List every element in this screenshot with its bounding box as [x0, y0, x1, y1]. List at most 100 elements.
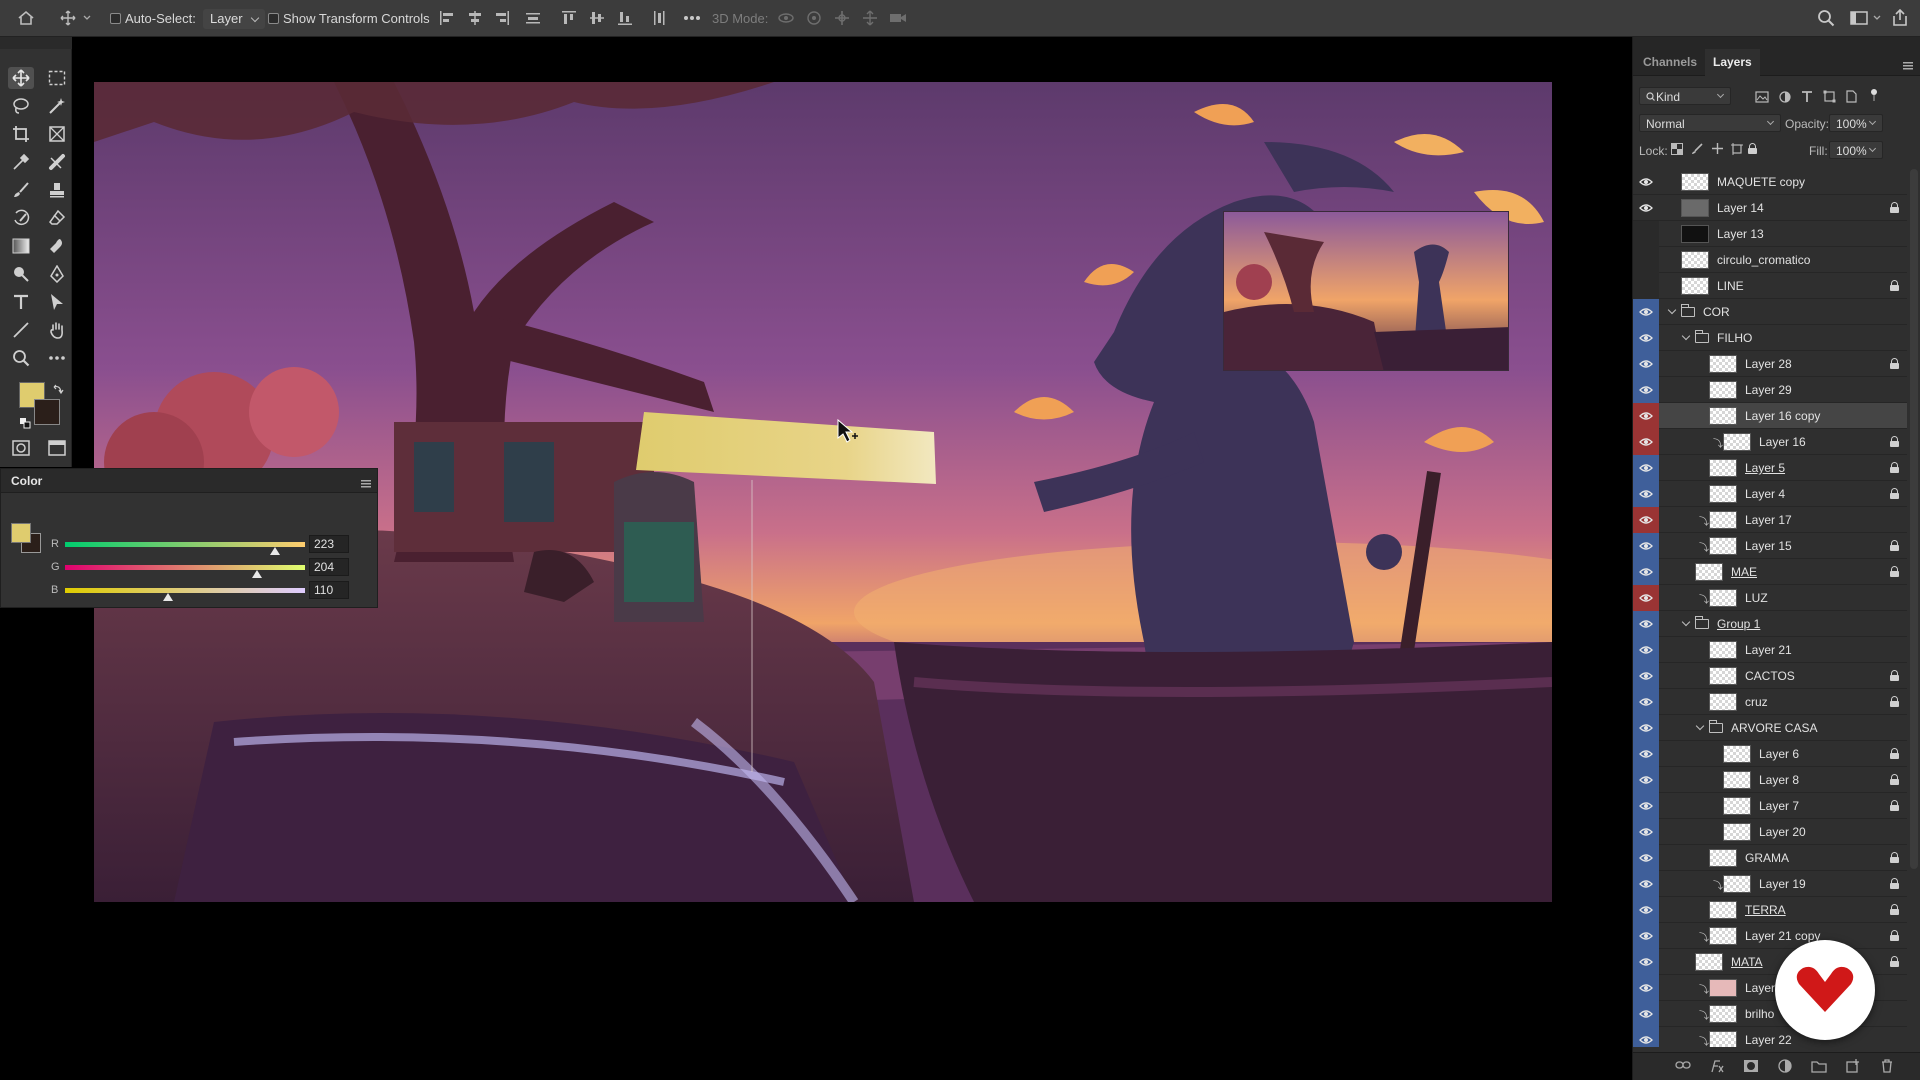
eye-icon[interactable]: [1633, 689, 1659, 715]
layer-thumbnail[interactable]: [1681, 173, 1709, 191]
type-tool-icon[interactable]: [8, 291, 34, 313]
layer-thumbnail[interactable]: [1709, 511, 1737, 529]
eye-icon[interactable]: [1633, 195, 1659, 221]
layer-group-row[interactable]: ARVORE CASA: [1633, 715, 1907, 741]
align-right-icon[interactable]: [493, 8, 511, 28]
layer-thumbnail[interactable]: [1709, 1031, 1737, 1047]
adjustment-filter-icon[interactable]: [1779, 91, 1791, 106]
slider-knob[interactable]: [163, 593, 174, 601]
channel-value-field[interactable]: 204: [309, 558, 349, 576]
eye-icon[interactable]: [1633, 169, 1659, 195]
more-tools-icon[interactable]: [44, 347, 70, 369]
eye-icon[interactable]: [1633, 403, 1659, 429]
slider-track[interactable]: [65, 542, 305, 547]
dodge-tool-icon[interactable]: [8, 263, 34, 285]
pen-tool-icon[interactable]: [44, 263, 70, 285]
layer-thumbnail[interactable]: [1709, 485, 1737, 503]
move-tool-icon[interactable]: [8, 67, 34, 89]
panel-menu-icon[interactable]: [1903, 59, 1913, 73]
layer-group-row[interactable]: COR: [1633, 299, 1907, 325]
magic-wand-tool-icon[interactable]: [44, 95, 70, 117]
eye-icon[interactable]: [1633, 897, 1659, 923]
layer-row[interactable]: Layer 21: [1633, 637, 1907, 663]
eye-icon[interactable]: [1633, 455, 1659, 481]
crop-tool-icon[interactable]: [8, 123, 34, 145]
align-left-icon[interactable]: [438, 8, 456, 28]
marquee-tool-icon[interactable]: [44, 67, 70, 89]
layer-row[interactable]: Layer 7: [1633, 793, 1907, 819]
visibility-toggle[interactable]: [1633, 247, 1659, 273]
link-layers-icon[interactable]: [1675, 1059, 1691, 1075]
layer-row[interactable]: CACTOS: [1633, 663, 1907, 689]
move-tool-icon[interactable]: [58, 8, 78, 28]
layer-thumbnail[interactable]: [1723, 797, 1751, 815]
layer-thumbnail[interactable]: [1723, 875, 1751, 893]
layers-scrollbar[interactable]: [1910, 169, 1918, 869]
eraser-tool-icon[interactable]: [44, 207, 70, 229]
eye-icon[interactable]: [1633, 663, 1659, 689]
layer-thumbnail[interactable]: [1709, 459, 1737, 477]
eye-icon[interactable]: [1633, 767, 1659, 793]
layer-thumbnail[interactable]: [1723, 745, 1751, 763]
new-group-icon[interactable]: [1811, 1059, 1827, 1075]
chevron-down-icon[interactable]: [1695, 721, 1705, 731]
eye-icon[interactable]: [1633, 923, 1659, 949]
layer-row[interactable]: Layer 13: [1633, 221, 1907, 247]
align-center-icon[interactable]: [466, 8, 484, 28]
layer-row[interactable]: ⤵ LUZ: [1633, 585, 1907, 611]
fill-field[interactable]: 100%: [1829, 141, 1883, 159]
lasso-tool-icon[interactable]: [8, 95, 34, 117]
swap-colors-icon[interactable]: [52, 383, 64, 398]
layer-row[interactable]: ⤵ Layer 19: [1633, 871, 1907, 897]
new-layer-icon[interactable]: [1845, 1059, 1861, 1075]
eye-icon[interactable]: [1633, 949, 1659, 975]
layer-row[interactable]: cruz: [1633, 689, 1907, 715]
chevron-down-icon[interactable]: [1667, 305, 1677, 315]
shape-filter-icon[interactable]: [1823, 90, 1836, 106]
layer-thumbnail[interactable]: [1709, 979, 1737, 997]
chevron-down-icon[interactable]: [1681, 331, 1691, 341]
layer-thumbnail[interactable]: [1709, 849, 1737, 867]
3d-roll-icon[interactable]: [804, 8, 824, 28]
layer-thumbnail[interactable]: [1709, 381, 1737, 399]
spot-healing-tool-icon[interactable]: [44, 151, 70, 173]
layer-thumbnail[interactable]: [1709, 641, 1737, 659]
layer-thumbnail[interactable]: [1709, 355, 1737, 373]
layer-row[interactable]: ⤵ Layer 16: [1633, 429, 1907, 455]
share-icon[interactable]: [1890, 8, 1910, 28]
layer-row[interactable]: Layer 8: [1633, 767, 1907, 793]
align-bottom-icon[interactable]: [616, 8, 634, 28]
panel-dock-header[interactable]: [1633, 37, 1920, 49]
layer-thumbnail[interactable]: [1709, 927, 1737, 945]
layer-thumbnail[interactable]: [1695, 563, 1723, 581]
layer-thumbnail[interactable]: [1681, 277, 1709, 295]
layer-row[interactable]: MAQUETE copy: [1633, 169, 1907, 195]
layer-row[interactable]: Layer 20: [1633, 819, 1907, 845]
eye-icon[interactable]: [1633, 975, 1659, 1001]
line-tool-icon[interactable]: [8, 319, 34, 341]
layer-row[interactable]: LINE: [1633, 273, 1907, 299]
path-selection-tool-icon[interactable]: [44, 291, 70, 313]
visibility-toggle[interactable]: [1633, 221, 1659, 247]
eye-icon[interactable]: [1633, 871, 1659, 897]
show-transform-checkbox[interactable]: [268, 13, 279, 24]
layer-row[interactable]: Layer 6: [1633, 741, 1907, 767]
eye-icon[interactable]: [1633, 1027, 1659, 1047]
lock-artboard-icon[interactable]: [1731, 143, 1743, 158]
lock-position-icon[interactable]: [1711, 142, 1724, 158]
layer-row[interactable]: ⤵ Layer 17: [1633, 507, 1907, 533]
slider-knob[interactable]: [270, 547, 280, 555]
clone-stamp-tool-icon[interactable]: [44, 179, 70, 201]
layer-thumbnail[interactable]: [1709, 407, 1737, 425]
eye-icon[interactable]: [1633, 637, 1659, 663]
smudge-tool-icon[interactable]: [44, 235, 70, 257]
type-filter-icon[interactable]: [1801, 90, 1813, 106]
3d-orbit-icon[interactable]: [776, 8, 796, 28]
color-slider-b[interactable]: B 110: [1, 581, 379, 601]
eye-icon[interactable]: [1633, 377, 1659, 403]
lock-all-icon[interactable]: [1748, 143, 1757, 154]
eye-icon[interactable]: [1633, 429, 1659, 455]
layer-thumbnail[interactable]: [1709, 693, 1737, 711]
eye-icon[interactable]: [1633, 611, 1659, 637]
layer-row[interactable]: Layer 29: [1633, 377, 1907, 403]
